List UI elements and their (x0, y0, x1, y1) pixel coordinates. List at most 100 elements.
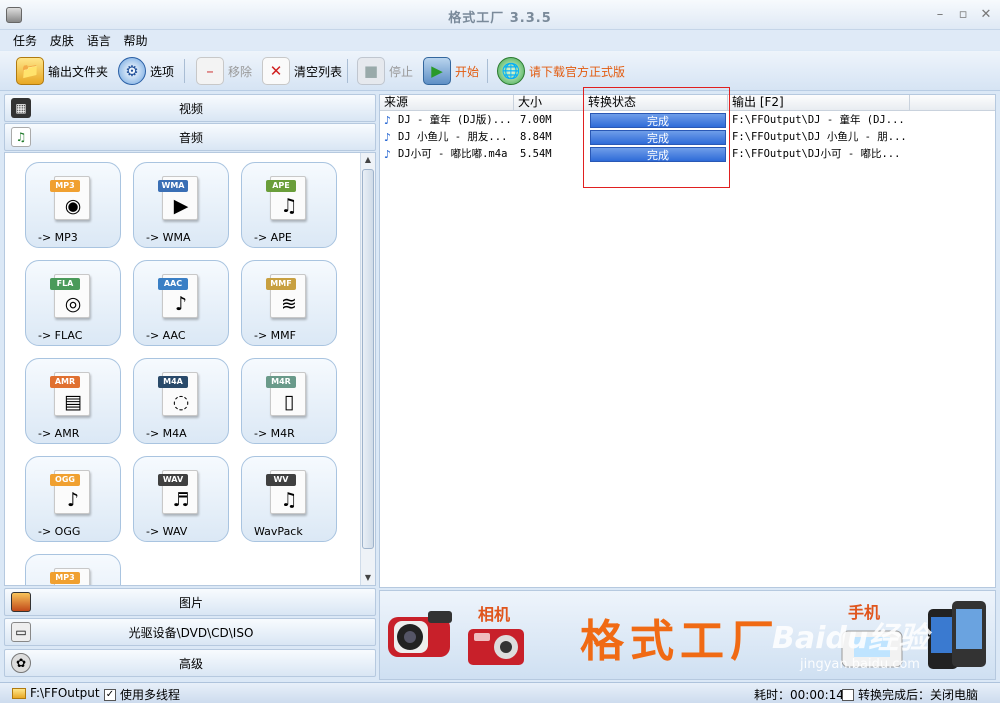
format-tile[interactable]: OGG ♪ -> OGG (25, 456, 121, 542)
category-rom-device[interactable]: ▭ 光驱设备\DVD\CD\ISO (4, 618, 376, 646)
format-tile[interactable]: MP3 (25, 554, 121, 585)
remove-button[interactable]: – 移除 (196, 57, 252, 85)
toolbar-separator (347, 59, 348, 83)
format-label: WavPack (254, 525, 303, 538)
camera-icon (468, 629, 524, 665)
scroll-down-arrow[interactable]: ▼ (361, 571, 375, 585)
camcorder-icon (388, 611, 452, 657)
scroll-thumb[interactable] (362, 169, 374, 549)
format-label: -> FLAC (38, 329, 83, 342)
format-glyph-icon: ▤ (64, 391, 82, 413)
format-badge: MMF (266, 278, 296, 290)
format-glyph-icon: ◉ (64, 195, 82, 217)
audio-format-grid: MP3 ◉ -> MP3 WMA ▶ -> WMA APE ♫ -> APE FLA ◎ -> FLA… (4, 152, 376, 586)
after-done-toggle[interactable]: 转换完成后：关闭电脑 (842, 686, 978, 703)
options-button[interactable]: ⚙ 选项 (118, 57, 174, 85)
row-source: DJ 小鱼儿 - 朋友... (398, 131, 508, 143)
menu-language[interactable]: 语言 (84, 30, 117, 49)
format-label: -> OGG (38, 525, 81, 538)
format-tile[interactable]: FLA ◎ -> FLAC (25, 260, 121, 346)
format-label: -> APE (254, 231, 292, 244)
menu-task[interactable]: 任务 (0, 30, 43, 49)
format-badge: OGG (50, 474, 80, 486)
format-grid-scrollbar[interactable]: ▲ ▼ (360, 153, 375, 585)
after-done-checkbox[interactable] (842, 688, 854, 701)
row-size: 5.54M (520, 148, 552, 160)
stop-button[interactable]: ■ 停止 (357, 57, 413, 85)
format-glyph-icon: ≋ (281, 293, 297, 315)
task-list: 来源 大小 转换状态 输出 [F2] ♪ DJ - 童年 (DJ版)... 7.00… (379, 87, 996, 588)
category-video[interactable]: ▦ 视频 (4, 94, 376, 122)
output-folder-button[interactable]: 📁 输出文件夹 (16, 57, 108, 85)
close-button[interactable]: ✕ (978, 8, 994, 22)
format-tile[interactable]: MP3 ◉ -> MP3 (25, 162, 121, 248)
format-tile[interactable]: M4R ▯ -> M4R (241, 358, 337, 444)
format-badge: M4A (158, 376, 188, 388)
folder-icon (12, 687, 26, 699)
column-output[interactable]: 输出 [F2] (728, 95, 910, 111)
multithread-toggle[interactable]: ✓ 使用多线程 (104, 686, 180, 703)
format-glyph-icon: ♫ (280, 195, 298, 217)
row-source: DJ - 童年 (DJ版)... (398, 114, 512, 126)
clear-list-button[interactable]: ✕ 清空列表 (262, 57, 342, 85)
row-size: 8.84M (520, 131, 552, 143)
column-source[interactable]: 来源 (380, 95, 514, 111)
format-badge: WV (266, 474, 296, 486)
row-output: F:\FFOutput\DJ 小鱼儿 - 朋... (732, 131, 907, 143)
format-glyph-icon: ▯ (283, 391, 295, 413)
row-size: 7.00M (520, 114, 552, 126)
stop-icon: ■ (357, 57, 385, 85)
ad-banner[interactable]: 相机 格式工厂 手机 Baidu经验 jingyan.baidu.com (379, 590, 996, 680)
maximize-button[interactable]: ▫ (955, 8, 971, 22)
format-glyph-icon: ◎ (64, 293, 82, 315)
format-glyph-icon: ♬ (172, 489, 190, 511)
format-label: -> MMF (254, 329, 296, 342)
category-advanced[interactable]: ✿ 高级 (4, 649, 376, 677)
folder-icon: 📁 (16, 57, 44, 85)
category-audio[interactable]: ♫ 音频 (4, 123, 376, 151)
phone-icon (928, 601, 986, 669)
format-glyph-icon: ♪ (174, 293, 188, 315)
watermark-url: jingyan.baidu.com (800, 657, 920, 672)
audio-file-icon: ♪ (384, 131, 392, 144)
row-source: DJ小可 - 嘟比嘟.m4a (398, 148, 508, 160)
menu-help[interactable]: 帮助 (121, 30, 154, 49)
gear-icon: ⚙ (118, 57, 146, 85)
format-glyph-icon: ▶ (173, 195, 189, 217)
title-bar: 格式工厂 3.3.5 – ▫ ✕ (0, 0, 1000, 30)
format-tile[interactable]: AAC ♪ -> AAC (133, 260, 229, 346)
play-icon: ▶ (423, 57, 451, 85)
format-tile[interactable]: WAV ♬ -> WAV (133, 456, 229, 542)
format-tile[interactable]: M4A ◌ -> M4A (133, 358, 229, 444)
column-size[interactable]: 大小 (514, 95, 584, 111)
format-badge: M4R (266, 376, 296, 388)
format-label: -> M4A (146, 427, 187, 440)
multithread-checkbox[interactable]: ✓ (104, 688, 116, 701)
format-label: -> WAV (146, 525, 188, 538)
category-picture[interactable]: 图片 (4, 588, 376, 616)
download-official-link[interactable]: 🌐 请下载官方正式版 (497, 57, 625, 85)
row-output: F:\FFOutput\DJ小可 - 嘟比... (732, 148, 901, 160)
format-label: -> AMR (38, 427, 80, 440)
minimize-button[interactable]: – (932, 8, 948, 22)
format-badge: AMR (50, 376, 80, 388)
output-path[interactable]: F:\FFOutput (12, 686, 100, 700)
format-tile[interactable]: APE ♫ -> APE (241, 162, 337, 248)
format-badge: WAV (158, 474, 188, 486)
format-label: -> WMA (146, 231, 191, 244)
scroll-up-arrow[interactable]: ▲ (361, 153, 375, 167)
format-badge: MP3 (50, 572, 80, 584)
format-tile[interactable]: AMR ▤ -> AMR (25, 358, 121, 444)
format-tile[interactable]: WV ♫ WavPack (241, 456, 337, 542)
toolbar: 📁 输出文件夹 ⚙ 选项 – 移除 ✕ 清空列表 ■ 停止 ▶ 开始 🌐 请下载… (0, 51, 1000, 91)
audio-file-icon: ♪ (384, 148, 392, 161)
watermark: Baidu经验 (772, 621, 929, 656)
menu-skin[interactable]: 皮肤 (47, 30, 80, 49)
format-tile[interactable]: MMF ≋ -> MMF (241, 260, 337, 346)
category-panel: ▦ 视频 ♫ 音频 MP3 ◉ -> MP3 WMA ▶ -> WMA APE ♫ -> APE… (4, 94, 376, 680)
format-tile[interactable]: WMA ▶ -> WMA (133, 162, 229, 248)
audio-file-icon: ♪ (384, 114, 392, 127)
format-glyph-icon: ♫ (280, 489, 298, 511)
start-button[interactable]: ▶ 开始 (423, 57, 479, 85)
row-output: F:\FFOutput\DJ - 童年 (DJ... (732, 114, 905, 126)
